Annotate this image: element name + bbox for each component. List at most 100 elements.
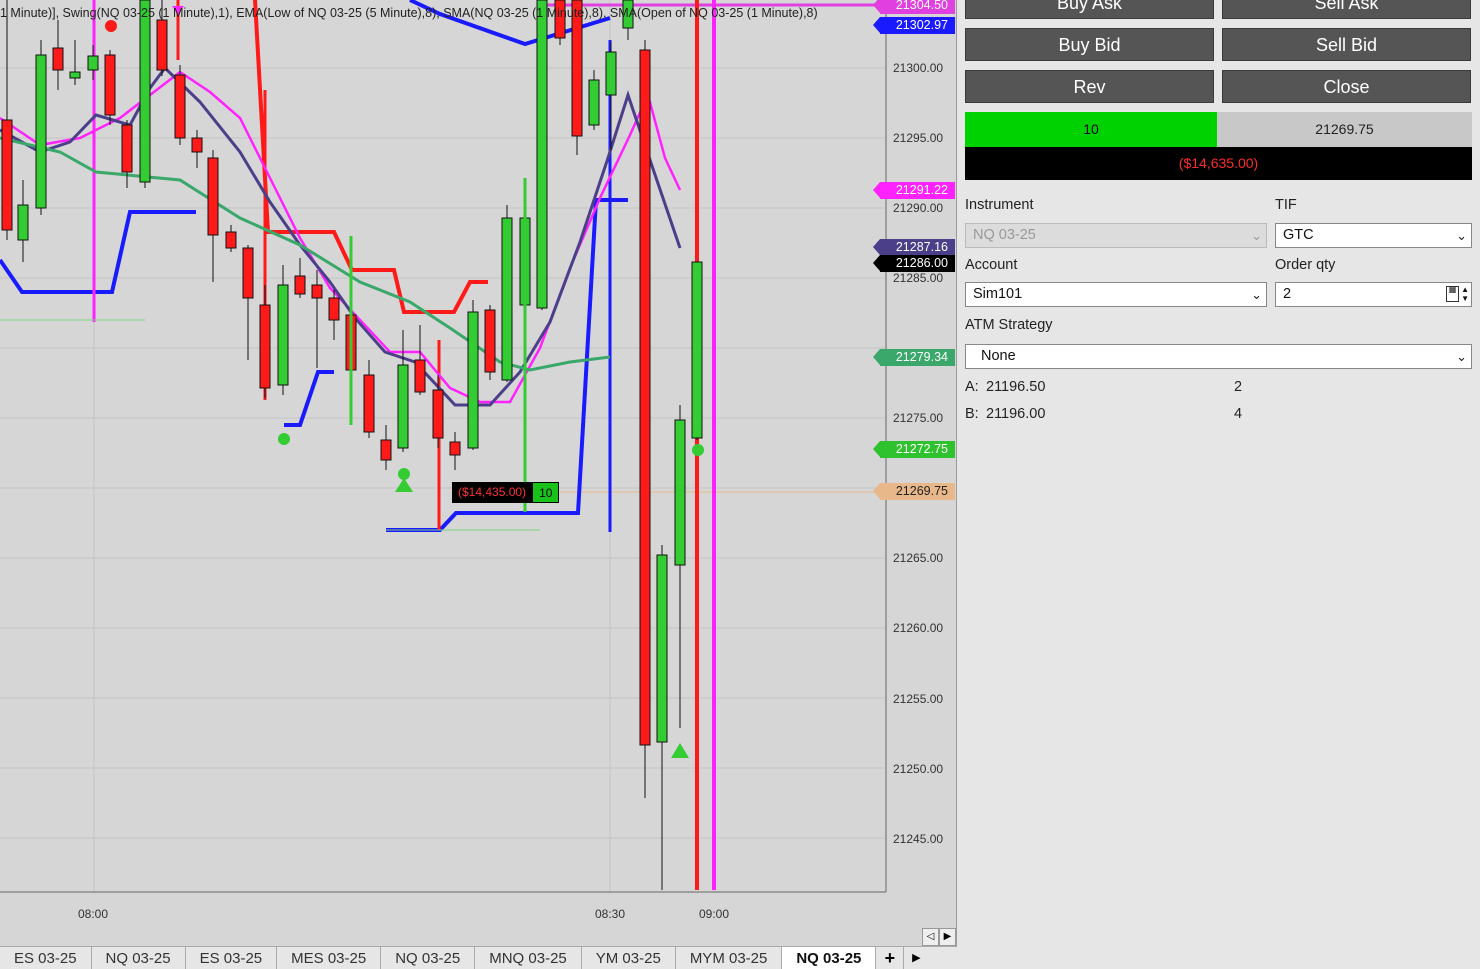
tab-scroll-icon[interactable]: ▶ [904,947,928,969]
blue-trail-line [0,210,196,294]
chart-panel[interactable]: 1 Minute)], Swing(NQ 03-25 (1 Minute),1)… [0,0,957,946]
reverse-button[interactable]: Rev [965,70,1214,103]
add-tab-button[interactable]: + [876,947,905,969]
ask-size: 2 [1234,379,1243,395]
tab-nq-03-25-active[interactable]: NQ 03-25 [782,947,877,969]
bear-candle [259,304,271,389]
instrument-label: Instrument [965,197,1034,213]
indicator-legend: 1 Minute)], Swing(NQ 03-25 (1 Minute),1)… [0,6,818,20]
sell-bid-button[interactable]: Sell Bid [1222,28,1471,61]
buy-bid-button[interactable]: Buy Bid [965,28,1214,61]
red-trail-line [253,0,488,314]
bear-candle [156,19,168,71]
chart-scroll-controls: ◁ ▶ [922,928,956,946]
average-price: 21269.75 [1217,112,1472,147]
price-tick: 21300.00 [893,61,944,75]
price-tag: 21272.75 [873,441,955,458]
bear-candle [380,439,392,461]
chevron-down-icon: ⌄ [1251,287,1262,302]
tab-ym-03-25[interactable]: YM 03-25 [582,947,676,969]
bear-candle [484,309,496,373]
bear-candle [363,374,375,433]
calculator-icon[interactable]: ▦ [1446,286,1460,302]
price-tag: 21302.97 [873,17,955,34]
scroll-right-button[interactable]: ▶ [939,928,956,946]
bear-candle [121,124,133,173]
position-qty: 10 [532,482,560,503]
account-label: Account [965,257,1018,273]
order-qty-value: 2 [1283,286,1292,302]
position-pnl: ($14,435.00) [452,482,533,503]
sell-ask-button[interactable]: Sell Ask [1222,0,1471,19]
tab-mes-03-25[interactable]: MES 03-25 [277,947,382,969]
close-position-button[interactable]: Close [1222,70,1471,103]
instrument-tab-bar: ES 03-25 NQ 03-25 ES 03-25 MES 03-25 NQ … [0,946,957,969]
tab-es-03-25[interactable]: ES 03-25 [186,947,278,969]
candlesticks [1,0,703,890]
price-tick: 21255.00 [893,692,944,706]
swing-high-dot [105,20,117,32]
bear-candle [414,359,426,393]
tab-mnq-03-25[interactable]: MNQ 03-25 [475,947,582,969]
bull-candle [87,55,99,71]
bull-candle [674,419,686,566]
ask-label: A: [965,379,979,395]
instrument-value: NQ 03-25 [973,227,1036,243]
price-tag: 21291.22 [873,182,955,199]
order-entry-panel: Buy Ask Sell Ask Buy Bid Sell Bid Rev Cl… [957,0,1480,969]
bull-candle [35,54,47,209]
price-chart[interactable] [0,0,957,946]
account-value: Sim101 [973,286,1023,302]
bear-candle [449,441,461,456]
bear-candle [1,119,13,231]
scroll-left-button[interactable]: ◁ [922,928,939,946]
bull-candle [277,284,289,386]
app-window: 1 Minute)], Swing(NQ 03-25 (1 Minute),1)… [0,0,1480,969]
bull-candle [588,79,600,126]
chevron-down-icon: ⌄ [1456,228,1467,243]
account-select[interactable]: Sim101 ⌄ [965,282,1267,307]
order-qty-label: Order qty [1275,257,1336,273]
unrealized-pnl: ($14,635.00) [965,147,1472,180]
bull-candle [467,311,479,449]
swing-low-dot [278,433,290,445]
price-tick: 21285.00 [893,271,944,285]
tab-nq-03-25[interactable]: NQ 03-25 [381,947,476,969]
bull-candle [656,554,668,743]
tab-mym-03-25[interactable]: MYM 03-25 [676,947,783,969]
ema-line [0,136,611,372]
buy-arrow-1 [395,478,413,492]
spinner-icon[interactable]: ▲ ▼ [1461,285,1469,303]
bear-candle [225,231,237,249]
bull-candle [139,0,151,183]
bull-candle [536,0,548,309]
bear-candle [191,137,203,153]
price-tick: 21295.00 [893,131,944,145]
price-tag: 21286.00 [873,255,955,272]
order-qty-input[interactable]: 2 ▦ ▲ ▼ [1275,282,1472,307]
price-tick: 21250.00 [893,762,944,776]
atm-strategy-value: None [981,348,1016,364]
bear-candle [311,284,323,299]
bid-price: 21196.00 [986,406,1046,422]
atm-strategy-select[interactable]: None ⌄ [965,344,1472,369]
ask-price: 21196.50 [986,379,1046,395]
price-tick: 21245.00 [893,832,944,846]
instrument-select[interactable]: NQ 03-25 ⌄ [965,223,1267,248]
grid-lines [0,0,886,892]
tab-nq-03-25[interactable]: NQ 03-25 [92,947,186,969]
qty-controls: ▦ ▲ ▼ [1446,285,1469,303]
buy-ask-button[interactable]: Buy Ask [965,0,1214,19]
position-marker[interactable]: ($14,435.00) 10 [452,482,560,503]
time-tick: 08:30 [595,907,626,921]
bear-candle [639,49,651,746]
tif-select[interactable]: GTC ⌄ [1275,223,1472,248]
time-tick: 08:00 [78,907,109,921]
tab-es-03-25[interactable]: ES 03-25 [0,947,92,969]
bull-candle [691,261,703,439]
price-tag: 21269.75 [873,483,955,500]
swing-low-dot-3 [692,444,704,456]
time-tick: 09:00 [699,907,730,921]
position-quantity: 10 [965,112,1217,147]
bear-candle [432,389,444,439]
